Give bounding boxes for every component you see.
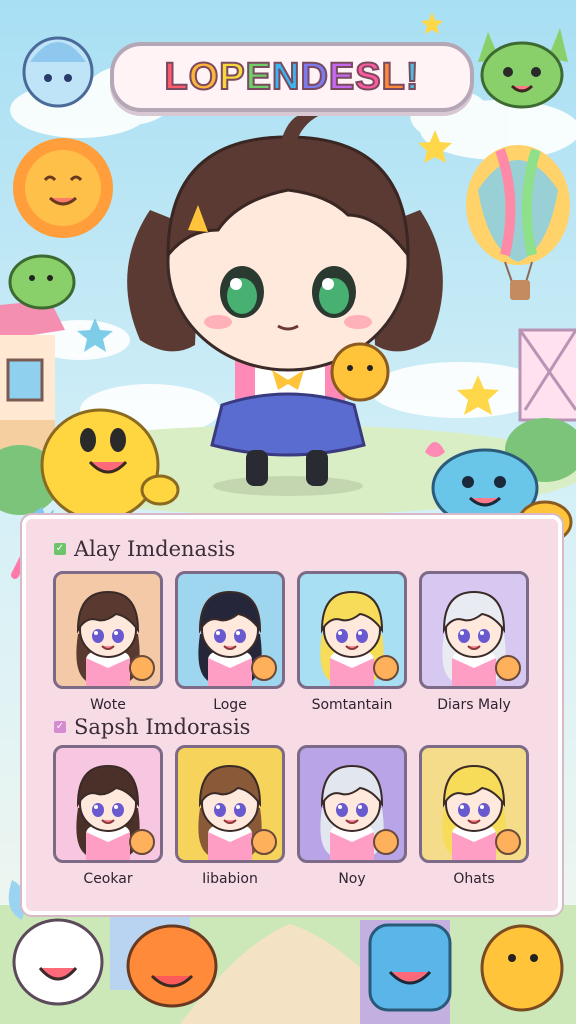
character-select-panel: ✓ Alay Imdenasis Wote Loge Somtantain Diars… <box>22 515 562 915</box>
game-title: LOPENDESL! <box>163 55 420 99</box>
chick-icon <box>129 829 155 855</box>
character-row-2: Ceokar Iibabion Noy Ohats <box>53 745 529 887</box>
title-letter: S <box>354 55 382 99</box>
character-portrait[interactable] <box>419 571 529 689</box>
ghost-mascot-decoration <box>12 918 104 1006</box>
character-card[interactable]: Somtantain <box>297 571 407 713</box>
character-name: Iibabion <box>202 871 258 887</box>
sun-mascot-decoration <box>13 138 113 238</box>
character-portrait-art <box>442 590 521 686</box>
character-name: Wote <box>90 697 126 713</box>
character-portrait[interactable] <box>175 745 285 863</box>
character-card[interactable]: Ohats <box>419 745 529 887</box>
character-portrait[interactable] <box>175 571 285 689</box>
tower-right-decoration <box>518 328 576 422</box>
title-letter: E <box>245 55 272 99</box>
character-card[interactable]: Diars Maly <box>419 571 529 713</box>
character-portrait-art <box>76 590 155 686</box>
character-portrait[interactable] <box>53 571 163 689</box>
cookie-icon <box>251 829 277 855</box>
check-icon[interactable]: ✓ <box>54 543 66 555</box>
character-portrait-art <box>76 764 155 860</box>
character-card[interactable]: Ceokar <box>53 745 163 887</box>
title-letter: L <box>381 55 406 99</box>
section-title: Alay Imdenasis <box>74 537 236 561</box>
character-portrait-art <box>198 590 277 686</box>
character-portrait-art <box>320 764 399 860</box>
blue-mascot-decoration <box>22 36 94 108</box>
check-icon[interactable]: ✓ <box>54 721 66 733</box>
character-portrait[interactable] <box>53 745 163 863</box>
green-blob-mascot-decoration <box>8 254 76 310</box>
character-name: Diars Maly <box>437 697 511 713</box>
character-portrait[interactable] <box>419 745 529 863</box>
title-letter: O <box>188 55 220 99</box>
character-name: Noy <box>338 871 366 887</box>
character-card[interactable]: Iibabion <box>175 745 285 887</box>
blue-box-mascot-decoration <box>368 923 452 1012</box>
veggie-icon <box>129 655 155 681</box>
cookie-icon <box>373 829 399 855</box>
star-icon <box>495 655 521 681</box>
title-letter: E <box>328 55 356 99</box>
character-portrait-art <box>320 590 399 686</box>
character-row-1: Wote Loge Somtantain Diars Maly <box>53 571 529 713</box>
character-name: Loge <box>213 697 247 713</box>
character-card[interactable]: Wote <box>53 571 163 713</box>
character-card[interactable]: Noy <box>297 745 407 887</box>
character-portrait-art <box>442 764 521 860</box>
badge-icon <box>251 655 277 681</box>
title-letter: L <box>163 55 189 99</box>
game-title-banner: LOPENDESL! <box>110 42 474 112</box>
character-portrait[interactable] <box>297 745 407 863</box>
section-title: Sapsh Imdorasis <box>74 715 251 739</box>
yellow-duck-mascot-decoration <box>480 924 564 1012</box>
character-name: Ohats <box>453 871 495 887</box>
section-header-1: ✓ Alay Imdenasis <box>54 537 235 561</box>
orange-cat-mascot-decoration <box>126 924 218 1008</box>
character-portrait-art <box>198 764 277 860</box>
character-portrait[interactable] <box>297 571 407 689</box>
title-letter: D <box>299 55 329 99</box>
character-name: Somtantain <box>311 697 393 713</box>
badge-icon <box>373 655 399 681</box>
section-header-2: ✓ Sapsh Imdorasis <box>54 715 250 739</box>
title-letter: ! <box>405 55 420 99</box>
cookie-icon <box>495 829 521 855</box>
title-letter: N <box>271 55 301 99</box>
title-letter: P <box>218 55 246 99</box>
character-name: Ceokar <box>83 871 133 887</box>
character-card[interactable]: Loge <box>175 571 285 713</box>
